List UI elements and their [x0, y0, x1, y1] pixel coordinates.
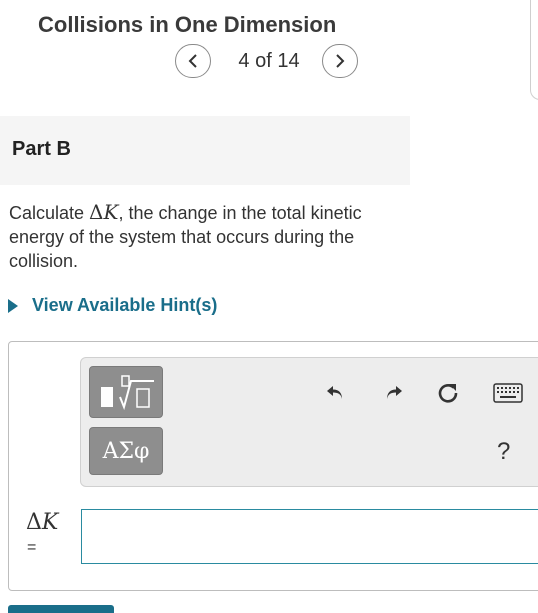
- next-button[interactable]: [322, 44, 358, 78]
- triangle-right-icon: [8, 298, 18, 313]
- question-math: ΔK: [89, 200, 118, 224]
- submit-button[interactable]: [8, 605, 114, 613]
- question-math-delta: Δ: [89, 200, 104, 224]
- undo-button[interactable]: [321, 378, 351, 408]
- reset-button[interactable]: [433, 378, 463, 408]
- help-button[interactable]: ?: [497, 438, 510, 466]
- reset-icon: [438, 384, 458, 403]
- math-toolbar: ΑΣφ ?: [80, 357, 538, 487]
- keyboard-icon: [493, 383, 523, 403]
- undo-icon: [327, 386, 342, 399]
- question-text: Calculate ΔK, the change in the total ki…: [9, 200, 409, 273]
- chevron-right-icon: [336, 54, 345, 68]
- hint-label: View Available Hint(s): [32, 295, 218, 315]
- templates-icon: [101, 375, 154, 411]
- part-header: Part B: [0, 116, 410, 185]
- redo-icon: [387, 386, 402, 399]
- answer-variable-label: ΔK: [26, 510, 58, 535]
- page-title: Collisions in One Dimension: [38, 12, 337, 37]
- answer-label-var: K: [41, 510, 59, 535]
- answer-input[interactable]: [81, 509, 538, 564]
- keyboard-button[interactable]: [491, 380, 525, 406]
- hint-toggle[interactable]: View Available Hint(s): [8, 295, 217, 316]
- redo-button[interactable]: [378, 378, 408, 408]
- question-prefix: Calculate: [9, 203, 90, 223]
- templates-button[interactable]: [89, 366, 163, 418]
- page-count: 4 of 14: [238, 50, 300, 72]
- greek-symbols-button[interactable]: ΑΣφ: [89, 427, 163, 475]
- chevron-left-icon: [188, 54, 197, 68]
- previous-button[interactable]: [175, 44, 211, 78]
- answer-label-delta: Δ: [26, 510, 42, 535]
- part-label: Part B: [12, 138, 71, 160]
- equals-sign: =: [27, 539, 37, 556]
- pager: 4 of 14: [175, 44, 365, 78]
- side-panel-edge: [530, 0, 538, 100]
- question-math-var: K: [103, 200, 119, 224]
